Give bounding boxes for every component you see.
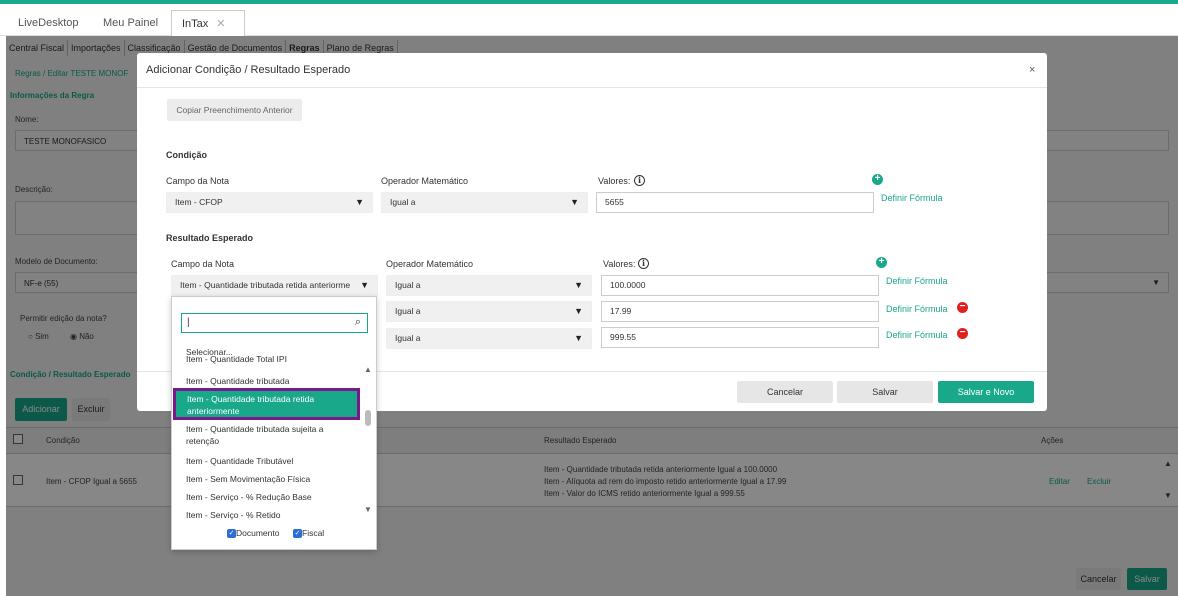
resultado-operador-label: Operador Matemático [386, 259, 474, 269]
condicao-campo-select[interactable]: Item - CFOP ▼ [166, 192, 373, 213]
tab-livedesktop[interactable]: LiveDesktop [8, 10, 89, 36]
condicao-valor-value: 5655 [605, 197, 624, 207]
resultado-campo-value: Item - Quantidade tributada retida anter… [180, 280, 351, 290]
resultado-valor-value: 999.55 [610, 332, 636, 342]
info-icon[interactable]: i [638, 258, 649, 269]
dropdown-item-selected[interactable]: Item - Quantidade tributada retida anter… [173, 388, 360, 420]
tab-intax-label: InTax [182, 18, 209, 30]
documento-label: Documento [236, 528, 280, 538]
chevron-down-icon: ▼ [574, 333, 583, 343]
dropdown-item[interactable]: Item - Sem Movimentação Física [186, 473, 356, 485]
condicao-campo-label: Campo da Nota [166, 176, 230, 186]
resultado-operador-value: Igual a [395, 333, 421, 343]
tab-intax[interactable]: InTax ✕ [171, 10, 245, 36]
search-icon: ⌕ [354, 316, 361, 328]
dropdown-item[interactable]: Item - Quantidade tributada sujeita a re… [186, 423, 346, 447]
modal-title: Adicionar Condição / Resultado Esperado [146, 64, 351, 76]
resultado-valor-input[interactable]: 999.55 [601, 327, 879, 348]
save-and-new-button[interactable]: Salvar e Novo [938, 381, 1034, 403]
resultado-operador-value: Igual a [395, 306, 421, 316]
tab-meu-painel[interactable]: Meu Painel [93, 10, 168, 36]
resultado-valores-label: Valores: [603, 259, 636, 269]
condicao-campo-value: Item - CFOP [175, 197, 223, 207]
dropdown-item[interactable]: Item - Serviço - % Retido [186, 509, 356, 521]
remove-row-icon[interactable]: − [957, 302, 968, 313]
scroll-up-icon[interactable]: ▲ [364, 365, 372, 374]
search-value: | [187, 317, 190, 328]
info-icon[interactable]: i [634, 175, 645, 186]
resultado-operador-select[interactable]: Igual a ▼ [386, 301, 592, 322]
resultado-operador-select[interactable]: Igual a ▼ [386, 275, 592, 296]
close-icon[interactable]: × [1029, 64, 1035, 76]
resultado-valor-input[interactable]: 17.99 [601, 301, 879, 322]
resultado-operador-value: Igual a [395, 280, 421, 290]
checkbox-checked-icon: ✓ [227, 529, 236, 539]
resultado-campo-select[interactable]: Item - Quantidade tributada retida anter… [171, 275, 378, 296]
copiar-button[interactable]: Copiar Preenchimento Anterior [167, 99, 302, 121]
resultado-definir-formula[interactable]: Definir Fórmula [886, 276, 948, 286]
resultado-valor-input[interactable]: 100.0000 [601, 275, 879, 296]
resultado-valor-value: 17.99 [610, 306, 632, 316]
dropdown-scrollbar-thumb[interactable] [365, 410, 371, 426]
add-resultado-icon[interactable]: + [876, 257, 887, 268]
condicao-valor-input[interactable]: 5655 [596, 192, 874, 213]
campo-dropdown: | ⌕ Selecionar... Item - Quantidade Tota… [171, 296, 377, 550]
dropdown-item[interactable]: Item - Quantidade Total IPI [186, 356, 356, 364]
dropdown-item[interactable]: Item - Quantidade tributada [186, 375, 356, 387]
app-tabs: LiveDesktop Meu Painel InTax ✕ [0, 4, 1178, 36]
resultado-definir-formula[interactable]: Definir Fórmula [886, 330, 948, 340]
fiscal-checkbox[interactable]: ✓ Fiscal [293, 528, 325, 539]
modal-header: Adicionar Condição / Resultado Esperado … [137, 53, 1047, 88]
chevron-down-icon: ▼ [570, 197, 579, 207]
close-icon[interactable]: ✕ [216, 18, 225, 30]
condicao-operador-value: Igual a [390, 197, 416, 207]
dropdown-search-input[interactable]: | ⌕ [181, 313, 368, 333]
condicao-heading: Condição [166, 150, 208, 160]
resultado-definir-formula[interactable]: Definir Fórmula [886, 304, 948, 314]
resultado-heading: Resultado Esperado [166, 233, 254, 243]
remove-row-icon[interactable]: − [957, 328, 968, 339]
dropdown-item[interactable]: Item - Serviço - % Redução Base [186, 491, 356, 503]
dropdown-item[interactable]: Item - Quantidade Tributável [186, 455, 356, 467]
condicao-operador-label: Operador Matemático [381, 176, 469, 186]
fiscal-label: Fiscal [302, 528, 325, 538]
resultado-valor-value: 100.0000 [610, 280, 646, 290]
save-button[interactable]: Salvar [837, 381, 933, 403]
condicao-operador-select[interactable]: Igual a ▼ [381, 192, 588, 213]
resultado-campo-label: Campo da Nota [171, 259, 235, 269]
documento-checkbox[interactable]: ✓ Documento [227, 528, 280, 539]
chevron-down-icon: ▼ [574, 306, 583, 316]
chevron-down-icon: ▼ [355, 197, 364, 207]
add-condicao-icon[interactable]: + [872, 174, 883, 185]
scroll-down-icon[interactable]: ▼ [364, 505, 372, 514]
cancel-button[interactable]: Cancelar [737, 381, 833, 403]
resultado-operador-select[interactable]: Igual a ▼ [386, 328, 592, 349]
chevron-down-icon: ▼ [360, 280, 369, 290]
condicao-valores-label: Valores: [598, 176, 631, 186]
chevron-down-icon: ▼ [574, 280, 583, 290]
condicao-definir-formula[interactable]: Definir Fórmula [881, 193, 943, 203]
checkbox-checked-icon: ✓ [293, 529, 302, 539]
